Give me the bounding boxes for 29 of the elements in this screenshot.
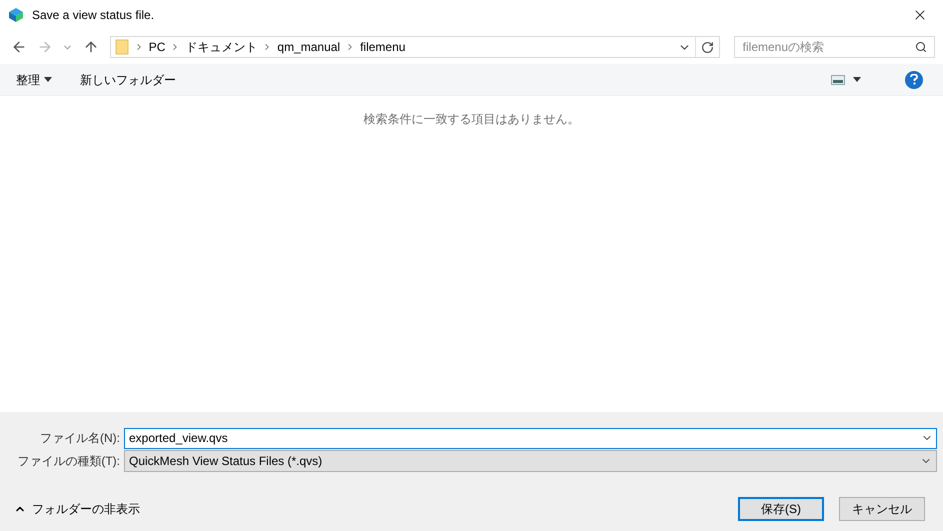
- app-logo-icon: [8, 7, 24, 23]
- view-options-button[interactable]: [831, 74, 861, 84]
- address-bar[interactable]: PC ドキュメント qm_manual filemenu: [110, 36, 720, 58]
- arrow-right-icon: [36, 39, 53, 55]
- caret-down-icon: [853, 77, 861, 82]
- file-type-dropdown[interactable]: QuickMesh View Status Files (*.qvs): [124, 450, 937, 472]
- organize-menu-button[interactable]: 整理: [16, 70, 52, 88]
- field-label: ファイルの種類(T):: [16, 453, 121, 470]
- cancel-button[interactable]: キャンセル: [839, 497, 925, 521]
- breadcrumb-item[interactable]: filemenu: [360, 38, 406, 56]
- empty-message: 検索条件に一致する項目はありません。: [364, 111, 580, 128]
- arrow-left-icon: [10, 39, 27, 55]
- file-name-field[interactable]: exported_view.qvs: [124, 428, 937, 448]
- breadcrumb-item[interactable]: PC: [148, 38, 166, 56]
- question-mark-icon: [910, 74, 918, 85]
- hide-folders-button[interactable]: フォルダーの非表示: [14, 500, 140, 518]
- refresh-icon[interactable]: [700, 40, 714, 54]
- window-title: Save a view status file.: [32, 7, 154, 24]
- search-field[interactable]: filemenuの検索: [734, 36, 935, 58]
- caret-down-icon: [44, 77, 52, 82]
- folder-icon: [114, 39, 129, 55]
- save-button[interactable]: 保存(S): [738, 497, 824, 521]
- breadcrumb-item[interactable]: qm_manual: [277, 38, 340, 56]
- field-label: ファイル名(N):: [39, 430, 121, 447]
- search-icon: [915, 41, 927, 53]
- breadcrumb-item[interactable]: ドキュメント: [185, 38, 258, 56]
- view-icon: [831, 74, 845, 84]
- new-folder-button[interactable]: 新しいフォルダー: [80, 70, 176, 88]
- help-button[interactable]: [905, 70, 923, 88]
